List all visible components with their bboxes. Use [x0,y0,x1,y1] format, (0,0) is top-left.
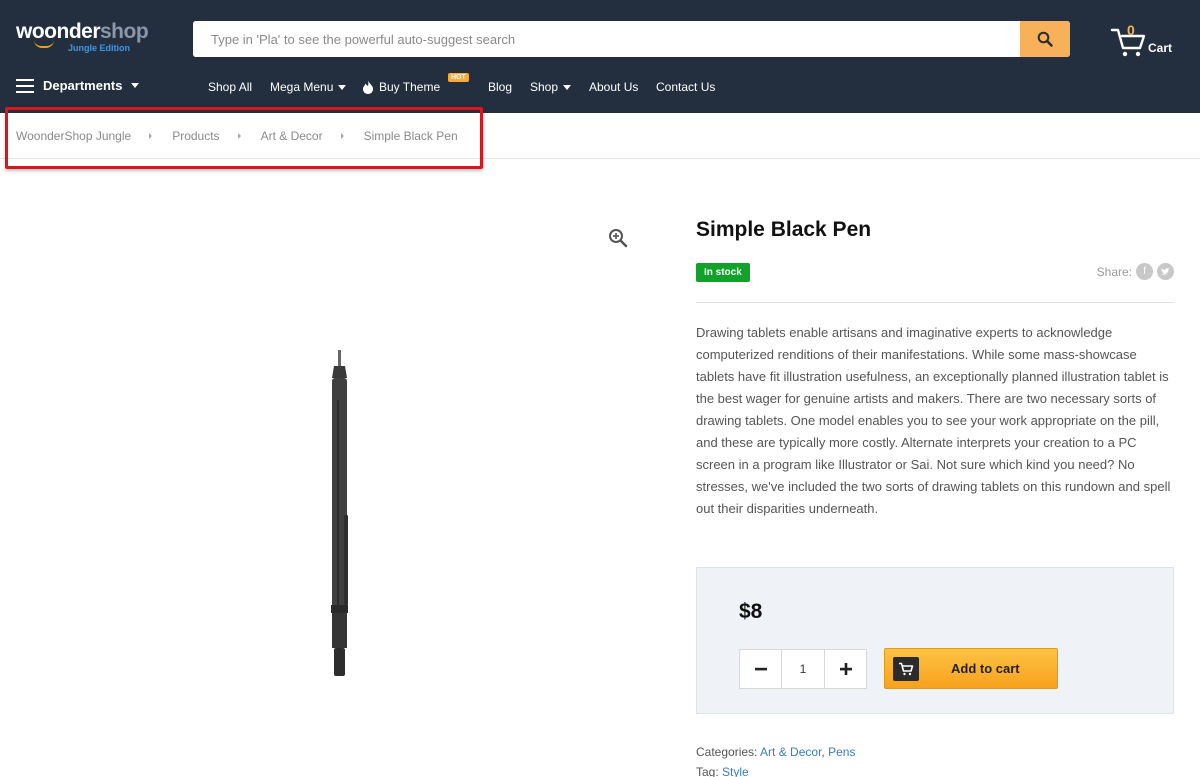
nav-buy-theme[interactable]: Buy Theme [362,80,440,94]
departments-menu[interactable]: Departments [16,78,140,93]
logo-smile-icon [34,40,54,48]
departments-label: Departments [43,78,123,93]
search-icon [1037,31,1053,47]
nav-shop-label: Shop [530,80,559,94]
chevron-right-icon [340,133,344,139]
nav-mega-menu-label: Mega Menu [270,80,334,94]
product-description: Drawing tablets enable artisans and imag… [696,325,1171,516]
chevron-right-icon [149,133,153,139]
stock-badge: In stock [696,263,750,282]
cart-label: Cart [1148,41,1173,55]
cart-count: 0 [1127,22,1135,38]
breadcrumb-item[interactable]: Products [172,129,219,143]
search-bar [193,21,1070,57]
quantity-stepper [739,649,867,689]
category-separator: , [821,745,825,759]
add-to-cart-label: Add to cart [951,661,1020,676]
quantity-decrease-button[interactable] [740,650,781,688]
categories-row: Categories: Art & Decor, Pens [696,742,855,762]
product-gallery [16,210,646,770]
product-meta: Categories: Art & Decor, Pens Tag: Style [696,742,855,777]
add-to-cart-button[interactable]: Add to cart [884,648,1058,689]
breadcrumb-item[interactable]: WoonderShop Jungle [16,129,131,143]
category-link[interactable]: Art & Decor [760,745,821,759]
product-summary: Simple Black Pen In stock Share: f Drawi… [696,210,1174,777]
quantity-input[interactable] [781,650,825,688]
nav-about[interactable]: About Us [589,80,638,94]
summary-divider [696,302,1174,303]
tag-row: Tag: Style [696,762,855,777]
categories-label: Categories: [696,745,758,759]
category-link[interactable]: Pens [828,745,855,759]
nav-shop-all[interactable]: Shop All [208,80,252,94]
breadcrumb-item[interactable]: Art & Decor [261,129,323,143]
logo-edition: Jungle Edition [68,43,130,53]
chevron-down-icon [563,84,572,90]
tag-label: Tag: [696,765,719,777]
hot-badge: HOT [448,73,469,82]
product-price: $8 [739,600,763,623]
nav-buy-theme-label: Buy Theme [379,80,441,94]
minus-icon [754,667,767,671]
chevron-down-icon [131,83,140,88]
nav-contact[interactable]: Contact Us [656,80,715,94]
hamburger-icon [16,78,34,93]
nav-blog[interactable]: Blog [488,80,512,94]
breadcrumb: WoonderShop Jungle Products Art & Decor … [16,129,458,143]
twitter-icon[interactable] [1157,263,1174,280]
share-label: Share: [1096,264,1132,279]
flame-icon [363,80,373,94]
search-button[interactable] [1020,21,1070,57]
cart-icon [893,657,919,681]
search-input[interactable] [193,21,1020,57]
plus-icon [839,663,852,675]
breadcrumb-bar: WoonderShop Jungle Products Art & Decor … [0,113,1200,159]
facebook-icon[interactable]: f [1136,263,1153,280]
share-links: Share: f [1097,263,1174,280]
site-header: woondershop Jungle Edition 0 Cart Depart… [0,0,1200,113]
breadcrumb-current: Simple Black Pen [363,129,458,143]
nav-mega-menu[interactable]: Mega Menu [270,80,347,94]
main-nav: Departments Shop All Mega Menu Buy Theme… [0,72,1200,102]
site-logo[interactable]: woondershop Jungle Edition [16,20,156,60]
chevron-right-icon [237,133,241,139]
tag-link[interactable]: Style [722,765,749,777]
nav-shop[interactable]: Shop [530,80,572,94]
product-image-pen [331,350,348,676]
quantity-increase-button[interactable] [825,650,866,688]
zoom-icon[interactable] [608,228,628,248]
buy-box: $8 Add to cart [696,567,1174,714]
chevron-down-icon [338,84,347,90]
product-title: Simple Black Pen [696,218,872,241]
header-cart[interactable]: 0 Cart [1110,22,1190,62]
